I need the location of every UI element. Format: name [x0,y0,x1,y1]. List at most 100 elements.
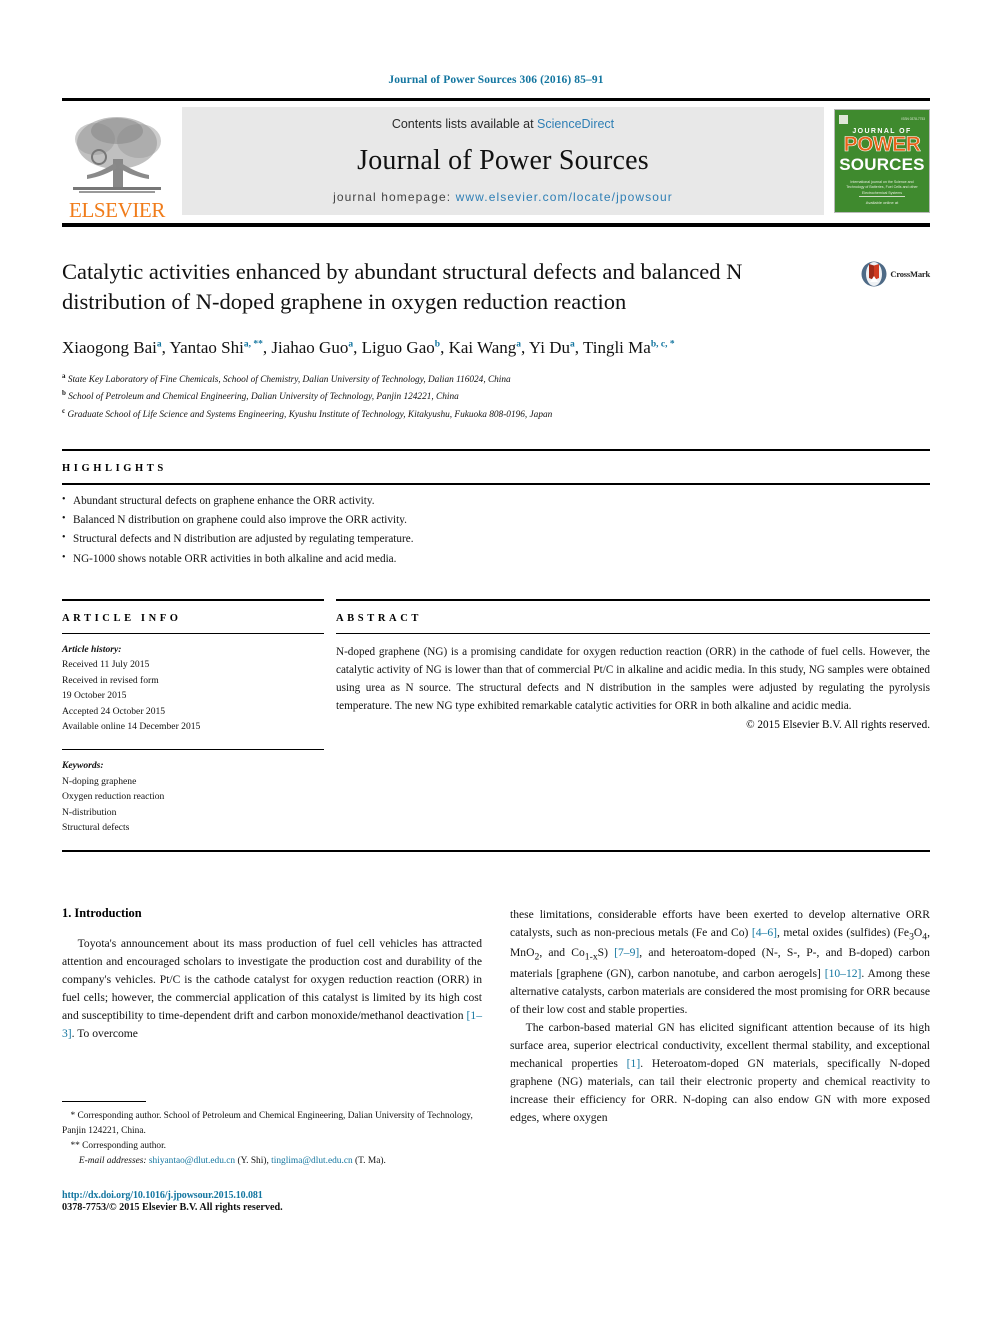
author-entry: Tingli Mab, c, * [583,338,675,357]
highlights-list: Abundant structural defects on graphene … [62,485,930,569]
journal-homepage-line: journal homepage: www.elsevier.com/locat… [333,190,673,204]
running-head: Journal of Power Sources 306 (2016) 85–9… [388,74,604,86]
cover-footer-rule [859,196,905,197]
cover-footer: Available online at [835,196,929,205]
author-entry: Yi Dua, [529,338,583,357]
list-item: NG-1000 shows notable ORR activities in … [62,549,930,569]
title-block: Catalytic activities enhanced by abundan… [62,227,930,317]
intro-text: , metal oxides (sulfides) (Fe [777,925,910,939]
corresponding-author-note-2: ** Corresponding author. [70,1141,167,1152]
homepage-url-link[interactable]: www.elsevier.com/locate/jpowsour [456,190,673,204]
formula-subscript: 1-x [584,951,598,963]
page-title: Catalytic activities enhanced by abundan… [62,259,743,314]
author-sep: , [521,337,529,357]
affiliation-mark: b [62,389,66,398]
citation-ref[interactable]: [10–12] [825,967,862,980]
author-sep: , [574,337,583,357]
author-affil-marks[interactable]: a, ** [244,339,263,349]
affiliation-item: b School of Petroleum and Chemical Engin… [62,388,930,405]
intro-paragraph-left: Toyota's announcement about its mass pro… [62,935,482,1043]
affiliation-list: a State Key Laboratory of Fine Chemicals… [62,371,930,422]
body-columns: 1. Introduction Toyota's announcement ab… [62,905,930,1214]
history-item: Available online 14 December 2015 [62,721,201,733]
cover-blurb-text: International journal on the Science and… [846,179,918,195]
author-name: Yi Du [528,337,570,357]
history-item: Received 11 July 2015 [62,659,150,671]
email-link-ma[interactable]: tinglima@dlut.edu.cn [271,1156,353,1166]
author-sep: , [353,337,362,357]
cover-sources-text: SOURCES [839,154,925,174]
author-name: Xiaogong Bai [62,337,157,357]
author-name: Yantao Shi [169,337,244,357]
citation-ref[interactable]: [1] [627,1057,641,1070]
keywords-label: Keywords: [62,760,104,772]
abstract-heading: ABSTRACT [336,612,422,624]
journal-title: Journal of Power Sources [357,144,649,176]
cover-topbar: ISSN 0378-7753 [839,114,925,124]
author-entry: Liguo Gaob, [362,338,449,357]
sciencedirect-link[interactable]: ScienceDirect [537,117,614,131]
keyword-item: Structural defects [62,822,130,834]
abstract-text: N-doped graphene (NG) is a promising can… [336,645,930,713]
intro-text: S) [597,946,615,960]
affiliation-mark: c [62,406,66,415]
author-name: Jiahao Guo [271,337,349,357]
contents-prefix: Contents lists available at [391,117,538,131]
email-owner-ma: (T. Ma). [355,1156,386,1167]
email-link-shi[interactable]: shiyantao@dlut.edu.cn [149,1156,235,1166]
history-item: Accepted 24 October 2015 [62,705,166,717]
highlights-section: HIGHLIGHTS Abundant structural defects o… [62,448,930,569]
author-entry: Xiaogong Baia, [62,338,170,357]
author-list: Xiaogong Baia, Yantao Shia, **, Jiahao G… [62,335,930,361]
list-item: Abundant structural defects on graphene … [62,491,930,511]
info-abstract-section: ARTICLE INFO Article history: Received 1… [62,598,930,836]
body-column-left: 1. Introduction Toyota's announcement ab… [62,905,482,1213]
highlights-heading: HIGHLIGHTS [62,462,167,474]
email-owner-shi: (Y. Shi) [237,1156,267,1167]
elsevier-wordmark: ELSEVIER [69,198,165,222]
section-heading-introduction: 1. Introduction [62,905,142,920]
affiliation-text: School of Petroleum and Chemical Enginee… [68,392,459,403]
masthead-center-panel: Contents lists available at ScienceDirec… [182,107,824,215]
crossmark-icon [861,261,887,287]
body-column-right: these limitations, considerable efforts … [510,906,930,1214]
crossmark-label: CrossMark [890,269,930,279]
elsevier-tree-icon [73,117,161,193]
journal-cover-thumbnail[interactable]: ISSN 0378-7753 JOURNAL OF POWER SOURCES … [834,109,930,213]
homepage-prefix: journal homepage: [333,190,456,204]
keyword-item: N-doping graphene [62,775,137,787]
article-page: Journal of Power Sources 306 (2016) 85–9… [0,0,992,1323]
journal-masthead: ELSEVIER Contents lists available at Sci… [62,101,930,223]
article-history-label: Article history: [62,643,122,655]
author-entry: Jiahao Guoa, [271,338,361,357]
affiliation-mark: a [62,372,66,381]
corresponding-author-note-1: * Corresponding author. School of Petrol… [62,1111,473,1137]
crossmark-badge[interactable]: CrossMark [846,257,930,317]
list-item: Balanced N distribution on graphene coul… [62,510,930,530]
email-addresses-note: E-mail addresses: shiyantao@dlut.edu.cn … [78,1156,386,1167]
intro-text-tail: . To overcome [71,1027,138,1041]
cover-footer-text: Available online at [865,200,899,205]
column-gap [324,599,336,836]
doi-link[interactable]: http://dx.doi.org/10.1016/j.jpowsour.201… [62,1190,482,1201]
email-label: E-mail addresses: [78,1156,147,1167]
affiliation-text: Graduate School of Life Science and Syst… [67,409,553,420]
intro-text: , and Co [539,946,585,960]
abstract-copyright: © 2015 Elsevier B.V. All rights reserved… [746,719,930,732]
elsevier-logo[interactable]: ELSEVIER [62,101,172,223]
history-item: 19 October 2015 [62,690,127,702]
info-abstract-bottom-rule [62,849,930,852]
intro-paragraph-right-1: these limitations, considerable efforts … [510,907,931,1016]
author-sep: , [440,337,449,357]
cover-power-text: POWER [843,133,921,156]
affiliation-text: State Key Laboratory of Fine Chemicals, … [67,375,511,386]
author-sep: , [161,337,170,357]
citation-ref[interactable]: [4–6] [752,926,777,939]
cover-elsevier-icon [839,114,848,124]
footnotes-block: * Corresponding author. School of Petrol… [62,1101,482,1213]
citation-ref[interactable]: [7–9] [614,946,639,959]
author-affil-marks[interactable]: b, c, * [651,339,675,349]
author-name: Liguo Gao [361,337,435,357]
affiliation-item: a State Key Laboratory of Fine Chemicals… [62,371,930,388]
keywords-block: Keywords: N-doping graphene Oxygen reduc… [62,750,324,836]
